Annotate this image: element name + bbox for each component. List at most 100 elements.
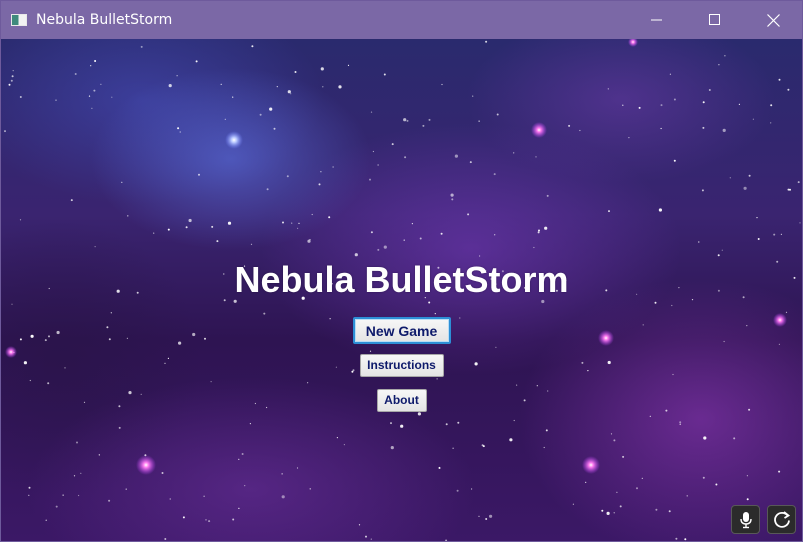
star [669, 73, 672, 75]
star [799, 222, 801, 224]
star [188, 218, 192, 223]
about-button[interactable]: About [376, 389, 427, 412]
star [98, 454, 100, 456]
star [203, 495, 205, 497]
star [195, 60, 198, 63]
star [722, 128, 726, 132]
star [400, 424, 404, 428]
star [383, 245, 387, 249]
star [307, 382, 309, 384]
star [533, 246, 535, 249]
star [787, 88, 790, 91]
star [746, 498, 749, 501]
star [177, 127, 180, 130]
star [250, 243, 253, 245]
star [11, 303, 13, 305]
star [536, 385, 538, 387]
star [703, 436, 707, 440]
star [545, 429, 548, 432]
star [628, 137, 630, 139]
star [404, 156, 407, 159]
star [608, 210, 610, 213]
star [125, 488, 127, 490]
star [568, 124, 571, 127]
star [307, 239, 311, 243]
star [153, 232, 155, 234]
star [721, 249, 723, 251]
star [351, 370, 354, 373]
star [469, 161, 472, 164]
star [377, 248, 380, 251]
star [474, 362, 478, 366]
star [320, 67, 324, 71]
star [673, 159, 676, 162]
star [336, 437, 338, 439]
star [90, 65, 92, 67]
star [140, 393, 142, 395]
star [679, 423, 681, 425]
star [785, 311, 788, 313]
star [636, 487, 638, 490]
star [438, 467, 441, 469]
title-bar[interactable]: Nebula BulletStorm [1, 1, 802, 39]
minimize-button[interactable] [628, 1, 686, 39]
star [296, 467, 299, 469]
star [403, 239, 405, 241]
instructions-button[interactable]: Instructions [359, 354, 444, 377]
star [770, 122, 772, 124]
star [291, 222, 293, 224]
star [780, 233, 783, 235]
star [770, 104, 773, 107]
star [94, 246, 96, 248]
star [390, 446, 394, 450]
star [45, 519, 47, 521]
star [56, 330, 60, 335]
star [467, 213, 470, 216]
close-button[interactable] [744, 1, 802, 39]
star [701, 189, 704, 192]
star [403, 118, 407, 122]
star [496, 113, 499, 116]
microphone-button[interactable] [731, 505, 760, 534]
star [572, 503, 575, 505]
window-controls [628, 1, 802, 39]
star [607, 88, 609, 90]
star [140, 45, 143, 48]
game-canvas[interactable]: Nebula BulletStorm New Game Instructions… [1, 39, 802, 541]
star [543, 446, 545, 449]
star [456, 489, 459, 492]
star [485, 40, 488, 43]
star [516, 384, 518, 386]
star [276, 86, 278, 88]
star [422, 124, 425, 127]
star [266, 406, 268, 409]
star [485, 518, 488, 520]
star [238, 507, 240, 509]
star [673, 98, 676, 101]
star [19, 338, 22, 341]
star [672, 373, 674, 376]
minimize-icon [651, 19, 662, 21]
star [64, 367, 66, 369]
star [451, 198, 454, 201]
star [702, 126, 705, 129]
star [715, 483, 718, 486]
star [778, 343, 781, 345]
star [298, 222, 300, 224]
refresh-button[interactable] [767, 505, 796, 534]
star [655, 508, 658, 511]
star [343, 444, 345, 446]
star [535, 156, 537, 158]
star [668, 510, 671, 513]
star [377, 164, 379, 166]
star [411, 223, 413, 225]
star [232, 518, 235, 521]
star [445, 423, 448, 426]
star [743, 186, 747, 190]
new-game-button[interactable]: New Game [352, 317, 451, 344]
star [537, 231, 540, 234]
star [287, 90, 291, 94]
maximize-button[interactable] [686, 1, 744, 39]
star [547, 390, 549, 392]
star [28, 494, 30, 496]
